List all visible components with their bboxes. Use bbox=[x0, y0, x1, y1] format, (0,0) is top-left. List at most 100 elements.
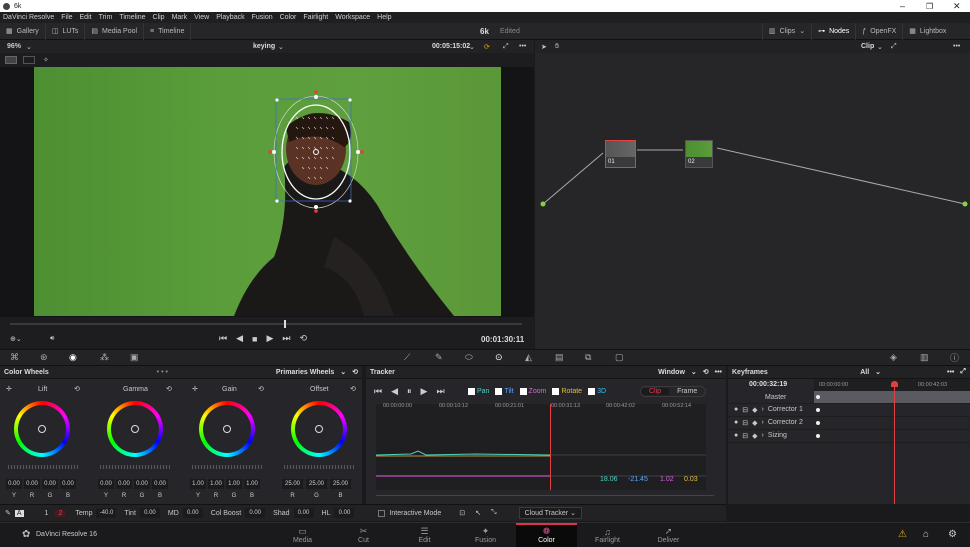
info-icon[interactable]: ⓘ bbox=[950, 351, 959, 364]
page-deliver[interactable]: ➚ Deliver bbox=[638, 523, 699, 547]
kf-row-master[interactable]: Master bbox=[728, 391, 970, 404]
wheel-mode-select[interactable]: Primaries Wheels bbox=[276, 369, 334, 376]
luts-button[interactable]: ◫ LUTs bbox=[46, 22, 86, 40]
tracker-graph[interactable]: 00:00:00:00 00:00:10:12 00:00:21:01 00:0… bbox=[376, 403, 706, 490]
keyframes-icon[interactable]: ◈ bbox=[890, 352, 897, 363]
gain-master-slider[interactable] bbox=[192, 465, 262, 469]
reset-icon[interactable]: ⟲ bbox=[74, 385, 80, 393]
menu-fusion[interactable]: Fusion bbox=[252, 14, 273, 21]
play-icon[interactable]: ▶ bbox=[266, 333, 273, 344]
gamma-g-value[interactable]: 0.00 bbox=[134, 479, 150, 489]
gallery-button[interactable]: ▦ Gallery bbox=[0, 22, 46, 40]
viewer-options-button[interactable]: ••• bbox=[519, 43, 526, 50]
key-icon[interactable]: ▤ bbox=[555, 352, 564, 363]
reset-icon[interactable]: ⟲ bbox=[166, 385, 172, 393]
lift-b-value[interactable]: 0.00 bbox=[60, 479, 76, 489]
gain-wheel[interactable] bbox=[199, 401, 255, 457]
menu-fairlight[interactable]: Fairlight bbox=[303, 14, 328, 21]
page-2-button[interactable]: 2 bbox=[55, 509, 66, 517]
tracker-options-button[interactable]: ••• bbox=[715, 369, 722, 376]
track-reverse-start-icon[interactable]: ⏮ bbox=[374, 386, 382, 397]
menu-workspace[interactable]: Workspace bbox=[335, 14, 370, 21]
minimize-button[interactable]: – bbox=[900, 1, 905, 11]
temp-value[interactable]: -40.0 bbox=[96, 508, 117, 518]
track-forward-frame-icon[interactable]: ▶ bbox=[421, 386, 428, 397]
rgb-mixer-icon[interactable]: ▣ bbox=[130, 352, 139, 363]
scrubber-track[interactable] bbox=[10, 323, 522, 325]
picker-icon[interactable]: ✛ bbox=[192, 385, 198, 393]
gamma-wheel[interactable] bbox=[107, 401, 163, 457]
expand-icon[interactable]: ⤢ bbox=[960, 368, 966, 376]
tracker-zoom-slider[interactable] bbox=[376, 495, 714, 496]
tracker-mode-select[interactable]: Window bbox=[658, 369, 685, 376]
offset-master-slider[interactable] bbox=[284, 465, 354, 469]
reset-icon[interactable]: ⟲ bbox=[258, 385, 264, 393]
split-view-icon[interactable] bbox=[23, 56, 35, 64]
fit-icon[interactable]: ⤢ bbox=[891, 43, 897, 51]
auto-icon[interactable]: A bbox=[14, 509, 24, 517]
page-cut[interactable]: ✂ Cut bbox=[333, 523, 394, 547]
keyframes-options-button[interactable]: ••• bbox=[947, 369, 954, 376]
nodes-button[interactable]: ⊶ Nodes bbox=[812, 22, 857, 40]
menu-help[interactable]: Help bbox=[377, 14, 391, 21]
lift-g-value[interactable]: 0.00 bbox=[42, 479, 58, 489]
offset-g-value[interactable]: 25.00 bbox=[306, 479, 327, 489]
node-options-button[interactable]: ••• bbox=[953, 43, 960, 50]
tracker-icon[interactable]: ⊙ bbox=[495, 352, 503, 363]
openfx-button[interactable]: ƒ OpenFX bbox=[856, 22, 904, 40]
window-icon[interactable]: ⬭ bbox=[465, 352, 473, 363]
fullscreen-icon[interactable]: ⤢ bbox=[503, 43, 509, 51]
auto-balance-icon[interactable]: ✎ bbox=[5, 509, 11, 517]
interactive-mode-checkbox[interactable] bbox=[378, 509, 386, 517]
loop-playback-icon[interactable]: ⟲ bbox=[300, 333, 308, 344]
offset-r-value[interactable]: 25.00 bbox=[282, 479, 303, 489]
scrubber-handle[interactable] bbox=[284, 320, 286, 328]
frame-mode-button[interactable]: Frame bbox=[669, 388, 705, 395]
menu-clip[interactable]: Clip bbox=[153, 14, 165, 21]
node-01[interactable]: 01 bbox=[605, 140, 636, 168]
timeline-button[interactable]: ≡ Timeline bbox=[144, 22, 192, 40]
node-02[interactable]: 02 bbox=[685, 140, 713, 168]
frame-icon[interactable]: ⊡ bbox=[459, 509, 465, 517]
pan-checkbox[interactable]: Pan bbox=[468, 388, 489, 395]
kf-row-corrector-1[interactable]: ● ⊟ ◆ › Corrector 1 bbox=[728, 404, 970, 417]
home-icon[interactable]: ⌂ bbox=[923, 529, 929, 540]
single-view-icon[interactable] bbox=[5, 56, 17, 64]
gamma-r-value[interactable]: 0.00 bbox=[116, 479, 132, 489]
stop-icon[interactable]: ■ bbox=[252, 334, 257, 344]
shad-value[interactable]: 0.00 bbox=[293, 508, 314, 518]
clip-mode-button[interactable]: Clip bbox=[641, 388, 670, 395]
col-boost-value[interactable]: 0.00 bbox=[245, 508, 266, 518]
keyframes-filter-select[interactable]: All bbox=[860, 369, 869, 376]
maximize-button[interactable]: ❐ bbox=[926, 2, 933, 11]
reset-icon[interactable]: ⟲ bbox=[352, 368, 358, 376]
curves-icon[interactable]: ⟋ bbox=[404, 352, 410, 363]
gain-b-value[interactable]: 1.00 bbox=[244, 479, 260, 489]
menu-color[interactable]: Color bbox=[280, 14, 297, 21]
hand-icon[interactable]: ✋︎ bbox=[555, 43, 559, 51]
gain-y-value[interactable]: 1.00 bbox=[190, 479, 206, 489]
md-value[interactable]: 0.00 bbox=[182, 508, 203, 518]
menu-trim[interactable]: Trim bbox=[99, 14, 113, 21]
qualifier-icon[interactable]: ✎ bbox=[435, 352, 443, 363]
wand-icon[interactable]: ✧ bbox=[43, 56, 49, 64]
menu-mark[interactable]: Mark bbox=[172, 14, 188, 21]
zoom-select[interactable]: 96% bbox=[7, 43, 21, 50]
picker-icon[interactable]: ✛ bbox=[6, 385, 12, 393]
reverse-icon[interactable]: ◀ bbox=[236, 333, 243, 344]
keyframes-playhead[interactable] bbox=[894, 382, 895, 504]
viewer-settings-icon[interactable]: ⊕⌄ bbox=[10, 335, 22, 343]
page-color[interactable]: ❁ Color bbox=[516, 523, 577, 547]
video-frame[interactable] bbox=[34, 67, 501, 316]
color-match-icon[interactable]: ⊛ bbox=[40, 352, 48, 363]
gain-g-value[interactable]: 1.00 bbox=[226, 479, 242, 489]
hl-value[interactable]: 0.00 bbox=[334, 508, 355, 518]
menu-davinci[interactable]: DaVinci Resolve bbox=[3, 14, 54, 21]
sizing-icon[interactable]: ⧉ bbox=[585, 352, 591, 363]
camera-raw-icon[interactable]: ⌘ bbox=[10, 352, 19, 363]
kf-row-corrector-2[interactable]: ● ⊟ ◆ › Corrector 2 bbox=[728, 417, 970, 430]
lift-y-value[interactable]: 0.00 bbox=[6, 479, 22, 489]
menu-file[interactable]: File bbox=[61, 14, 72, 21]
pointer-add-icon[interactable]: ↖ bbox=[475, 509, 481, 517]
pointer-remove-icon[interactable]: ⤡ bbox=[491, 509, 497, 517]
